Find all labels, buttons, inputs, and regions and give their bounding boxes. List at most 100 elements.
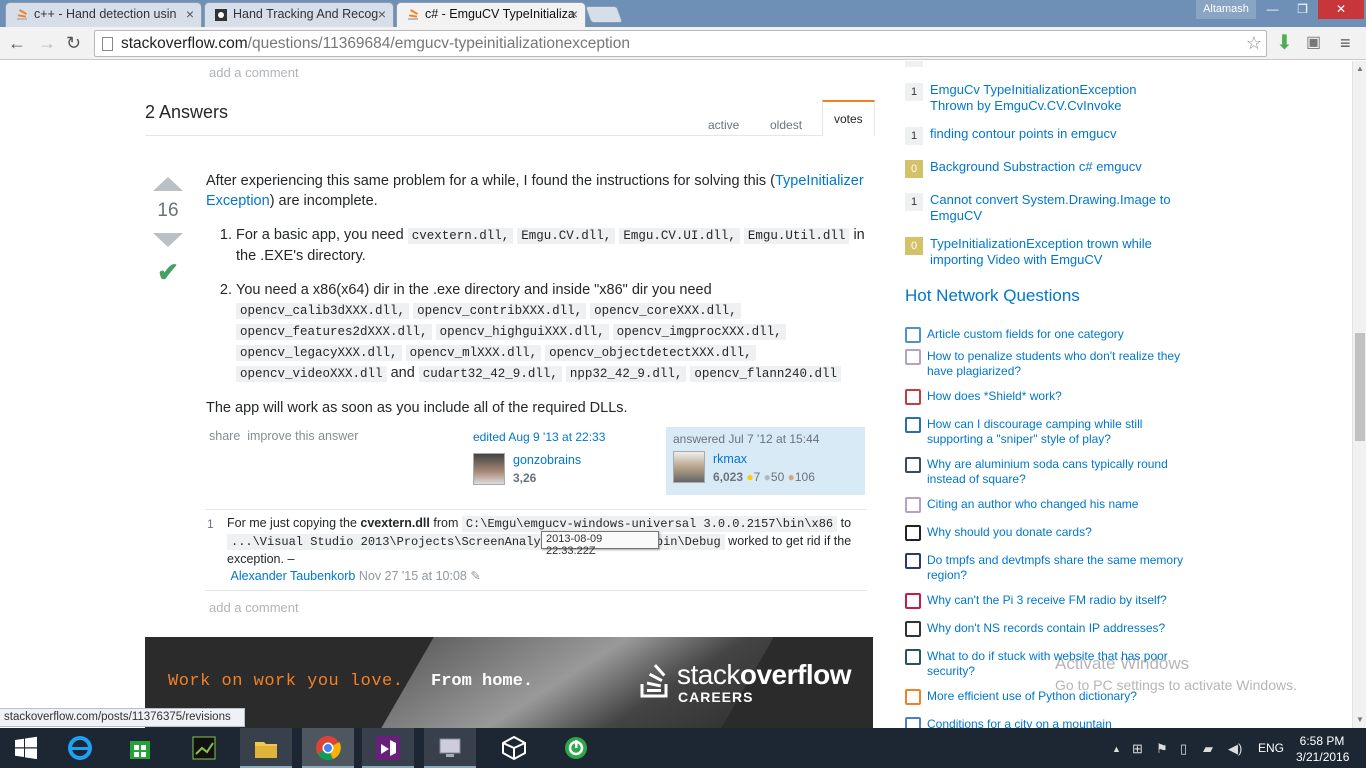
browser-titlebar: c++ - Hand detection usin × Hand Trackin… <box>0 0 1366 27</box>
unity-icon <box>502 735 526 761</box>
comment-text: For me just copying the cvextern.dll fro… <box>227 516 852 583</box>
hot-network-link[interactable]: Conditions for a city on a mountain <box>927 717 1192 728</box>
hot-network-link[interactable]: Citing an author who changed his name <box>927 497 1192 512</box>
scroll-down-icon[interactable]: ▼ <box>1356 715 1364 724</box>
tab-hand-tracking[interactable]: Hand Tracking And Recog × <box>204 2 394 27</box>
comment-author-link[interactable]: Alexander Taubenkorb <box>230 569 355 583</box>
visual-studio-icon <box>376 736 400 760</box>
flag-icon[interactable]: ⚑ <box>1156 741 1168 757</box>
hot-network-link[interactable]: More efficient use of Python dictionary? <box>927 689 1192 704</box>
avatar[interactable] <box>673 451 705 483</box>
start-button[interactable] <box>0 728 52 768</box>
owner-username[interactable]: rkmax <box>713 452 747 466</box>
hot-network-title[interactable]: Hot Network Questions <box>905 286 1080 306</box>
battery-icon[interactable]: ▯ <box>1180 741 1187 757</box>
window-close-button[interactable]: ✕ <box>1318 0 1364 19</box>
related-link[interactable]: EmguCv TypeInitializationException Throw… <box>930 82 1175 114</box>
taskbar-explorer[interactable] <box>240 728 292 768</box>
tray-chevron-icon[interactable]: ▲ <box>1112 744 1121 754</box>
tab-emgucv[interactable]: c# - EmguCV TypeInitializa × <box>396 2 586 27</box>
tab-hand-detection[interactable]: c++ - Hand detection usin × <box>5 2 202 27</box>
raspberrypi-icon <box>905 593 921 609</box>
hot-network-link[interactable]: Why are aluminium soda cans typically ro… <box>927 457 1192 487</box>
menu-icon[interactable]: ≡ <box>1340 32 1351 54</box>
hot-network-link[interactable]: Article custom fields for one category <box>927 327 1192 342</box>
tab-votes[interactable]: votes <box>822 100 875 137</box>
taskbar-app3[interactable] <box>550 728 602 768</box>
taskbar-app[interactable] <box>178 728 230 768</box>
taskbar-app2[interactable] <box>424 728 476 768</box>
tab-label: Hand Tracking And Recog <box>233 7 379 21</box>
hot-network-link[interactable]: How does *Shield* work? <box>927 389 1192 404</box>
hot-network-link[interactable]: How to penalize students who don't reali… <box>927 349 1192 379</box>
list-item: For a basic app, you need cvextern.dll, … <box>236 225 874 266</box>
tab-active[interactable]: active <box>697 113 750 148</box>
careers-banner-ad[interactable]: Work on work you love. From home. stacko… <box>145 637 873 728</box>
back-icon[interactable]: ← <box>8 32 26 54</box>
address-bar[interactable]: stackoverflow.com/questions/11369684/emg… <box>94 30 1267 57</box>
unix-icon <box>905 553 921 569</box>
hot-network-link[interactable]: Why don't NS records contain IP addresse… <box>927 621 1192 636</box>
minimize-button[interactable]: — <box>1258 0 1287 19</box>
security-icon <box>905 649 921 665</box>
taskbar-store[interactable] <box>114 728 166 768</box>
hot-network-link[interactable]: How can I discourage camping while still… <box>927 417 1192 447</box>
browser-toolbar: ← → ↻ stackoverflow.com/questions/113696… <box>0 27 1366 60</box>
hot-network-link[interactable]: What to do if stuck with website that ha… <box>927 649 1192 679</box>
taskbar-unity[interactable] <box>488 728 540 768</box>
network-icon[interactable]: ▰ <box>1203 741 1213 757</box>
chrome-icon <box>316 736 341 761</box>
tab-oldest[interactable]: oldest <box>759 113 813 148</box>
timestamp-tooltip: 2013-08-09 22:33:22Z <box>541 531 659 557</box>
related-link[interactable]: finding contour points in emgucv <box>930 126 1175 142</box>
internet-explorer-icon <box>68 736 92 760</box>
new-tab-button[interactable] <box>584 6 624 23</box>
close-icon[interactable]: × <box>570 3 578 26</box>
add-comment-link[interactable]: add a comment <box>209 65 299 80</box>
worldbuilding-icon <box>905 717 921 728</box>
editor-username[interactable]: gonzobrains <box>513 453 581 467</box>
scrollbar[interactable]: ▲ ▼ <box>1352 61 1366 728</box>
reload-icon[interactable]: ↻ <box>66 32 81 54</box>
scroll-up-icon[interactable]: ▲ <box>1356 64 1364 73</box>
edited-time[interactable]: edited Aug 9 '13 at 22:33 <box>473 430 663 444</box>
action-center-icon[interactable]: ⊞ <box>1132 741 1143 757</box>
answered-time[interactable]: answered Jul 7 '12 at 15:44 <box>673 432 858 446</box>
maximize-button[interactable]: ❐ <box>1288 0 1317 19</box>
scrollbar-thumb[interactable] <box>1355 333 1365 441</box>
hot-network-link[interactable]: Do tmpfs and devtmpfs share the same mem… <box>927 553 1192 583</box>
divider <box>205 509 867 510</box>
taskbar-visual-studio[interactable] <box>362 728 414 768</box>
volume-icon[interactable]: ◀) <box>1228 741 1242 757</box>
extension-icon[interactable]: ▣ <box>1306 32 1321 54</box>
downvote-icon[interactable] <box>153 233 183 247</box>
taskbar-ie[interactable] <box>54 728 106 768</box>
taskbar-chrome[interactable] <box>302 728 354 768</box>
close-icon[interactable]: × <box>378 3 386 26</box>
editor-reputation: 3,26 <box>513 471 537 485</box>
related-link[interactable]: Background Substraction c# emgucv <box>930 159 1175 175</box>
hot-network-link[interactable]: Why should you donate cards? <box>927 525 1192 540</box>
download-icon[interactable]: ⬇ <box>1276 32 1293 54</box>
avatar[interactable] <box>473 453 505 485</box>
profile-name[interactable]: Altamash <box>1196 0 1256 19</box>
edit-pencil-icon: ✎ <box>470 569 481 583</box>
related-link[interactable]: Cannot convert System.Drawing.Image to E… <box>930 192 1175 224</box>
store-icon <box>130 741 150 759</box>
clock[interactable]: 6:58 PM 3/21/2016 <box>1296 733 1349 765</box>
related-link[interactable]: TypeInitializationException trown while … <box>930 236 1175 268</box>
close-icon[interactable]: × <box>186 3 194 26</box>
input-language[interactable]: ENG <box>1258 741 1284 755</box>
url-text[interactable]: stackoverflow.com/questions/11369684/emg… <box>121 35 630 53</box>
folder-icon <box>255 742 277 758</box>
upvote-icon[interactable] <box>153 177 183 191</box>
related-score: 0 <box>905 61 923 67</box>
bookmark-star-icon[interactable]: ☆ <box>1246 33 1262 54</box>
forward-icon[interactable]: → <box>38 32 56 54</box>
improve-answer-link[interactable]: improve this answer <box>247 429 358 443</box>
hot-network-link[interactable]: Why can't the Pi 3 receive FM radio by i… <box>927 593 1192 608</box>
academia-icon <box>905 349 921 365</box>
gamedev-icon <box>905 417 921 433</box>
add-comment-link[interactable]: add a comment <box>209 600 299 615</box>
share-link[interactable]: share <box>209 429 240 443</box>
